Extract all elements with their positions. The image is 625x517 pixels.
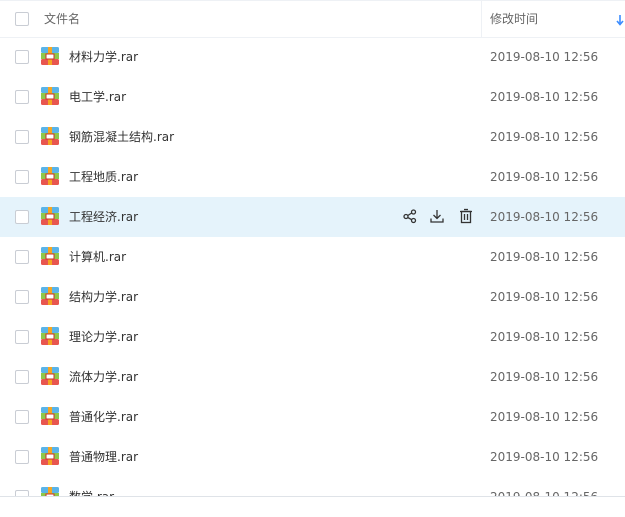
rar-archive-icon xyxy=(40,286,60,306)
modified-time: 2019-08-10 12:56 xyxy=(490,330,599,344)
column-divider[interactable] xyxy=(481,1,482,37)
file-name-link[interactable]: 材料力学.rar xyxy=(69,37,138,77)
file-name-link[interactable]: 计算机.rar xyxy=(69,237,126,277)
table-row[interactable]: 普通化学.rar 2019-08-10 12:56 xyxy=(0,397,625,437)
rar-archive-icon xyxy=(40,86,60,106)
column-header-filename[interactable]: 文件名 xyxy=(44,1,80,37)
table-row[interactable]: 材料力学.rar 2019-08-10 12:56 xyxy=(0,37,625,77)
table-row[interactable]: 电工学.rar 2019-08-10 12:56 xyxy=(0,77,625,117)
table-row[interactable]: 工程地质.rar 2019-08-10 12:56 xyxy=(0,157,625,197)
modified-time: 2019-08-10 12:56 xyxy=(490,50,599,64)
row-checkbox[interactable] xyxy=(15,410,29,424)
row-checkbox[interactable] xyxy=(15,250,29,264)
row-checkbox[interactable] xyxy=(15,130,29,144)
modified-time: 2019-08-10 12:56 xyxy=(490,450,599,464)
modified-time: 2019-08-10 12:56 xyxy=(490,370,599,384)
row-checkbox[interactable] xyxy=(15,210,29,224)
modified-time: 2019-08-10 12:56 xyxy=(490,90,599,104)
file-name-link[interactable]: 普通化学.rar xyxy=(69,397,138,437)
table-row[interactable]: 普通物理.rar 2019-08-10 12:56 xyxy=(0,437,625,477)
file-name-link[interactable]: 钢筋混凝土结构.rar xyxy=(69,117,174,157)
modified-time: 2019-08-10 12:56 xyxy=(490,290,599,304)
table-row[interactable]: 工程经济.rar 2019-08-10 12:56 xyxy=(0,197,625,237)
table-row[interactable]: 计算机.rar 2019-08-10 12:56 xyxy=(0,237,625,277)
file-list-header: 文件名 修改时间 xyxy=(0,0,625,38)
file-name-link[interactable]: 工程经济.rar xyxy=(69,197,138,237)
modified-time: 2019-08-10 12:56 xyxy=(490,250,599,264)
row-checkbox[interactable] xyxy=(15,170,29,184)
row-checkbox[interactable] xyxy=(15,90,29,104)
rar-archive-icon xyxy=(40,406,60,426)
row-checkbox[interactable] xyxy=(15,330,29,344)
sort-down-arrow-icon[interactable] xyxy=(615,13,625,27)
file-name-link[interactable]: 电工学.rar xyxy=(69,77,126,117)
delete-icon[interactable] xyxy=(458,208,474,224)
column-header-modified-time[interactable]: 修改时间 xyxy=(490,1,538,37)
table-row[interactable]: 流体力学.rar 2019-08-10 12:56 xyxy=(0,357,625,397)
rar-archive-icon xyxy=(40,126,60,146)
file-name-link[interactable]: 结构力学.rar xyxy=(69,277,138,317)
rar-archive-icon xyxy=(40,366,60,386)
table-row[interactable]: 钢筋混凝土结构.rar 2019-08-10 12:56 xyxy=(0,117,625,157)
modified-time: 2019-08-10 12:56 xyxy=(490,410,599,424)
file-name-link[interactable]: 工程地质.rar xyxy=(69,157,138,197)
share-icon[interactable] xyxy=(402,208,418,224)
row-checkbox[interactable] xyxy=(15,450,29,464)
modified-time: 2019-08-10 12:56 xyxy=(490,130,599,144)
rar-archive-icon xyxy=(40,246,60,266)
file-name-link[interactable]: 流体力学.rar xyxy=(69,357,138,397)
rar-archive-icon xyxy=(40,46,60,66)
rar-archive-icon xyxy=(40,206,60,226)
file-name-link[interactable]: 理论力学.rar xyxy=(69,317,138,357)
row-checkbox[interactable] xyxy=(15,290,29,304)
rar-archive-icon xyxy=(40,326,60,346)
modified-time: 2019-08-10 12:56 xyxy=(490,210,599,224)
row-checkbox[interactable] xyxy=(15,50,29,64)
select-all-checkbox[interactable] xyxy=(15,12,29,26)
row-checkbox[interactable] xyxy=(15,370,29,384)
table-row[interactable]: 结构力学.rar 2019-08-10 12:56 xyxy=(0,277,625,317)
rar-archive-icon xyxy=(40,446,60,466)
rar-archive-icon xyxy=(40,166,60,186)
list-footer-area xyxy=(0,497,625,508)
file-name-link[interactable]: 普通物理.rar xyxy=(69,437,138,477)
table-row[interactable]: 理论力学.rar 2019-08-10 12:56 xyxy=(0,317,625,357)
download-icon[interactable] xyxy=(429,208,445,224)
modified-time: 2019-08-10 12:56 xyxy=(490,170,599,184)
